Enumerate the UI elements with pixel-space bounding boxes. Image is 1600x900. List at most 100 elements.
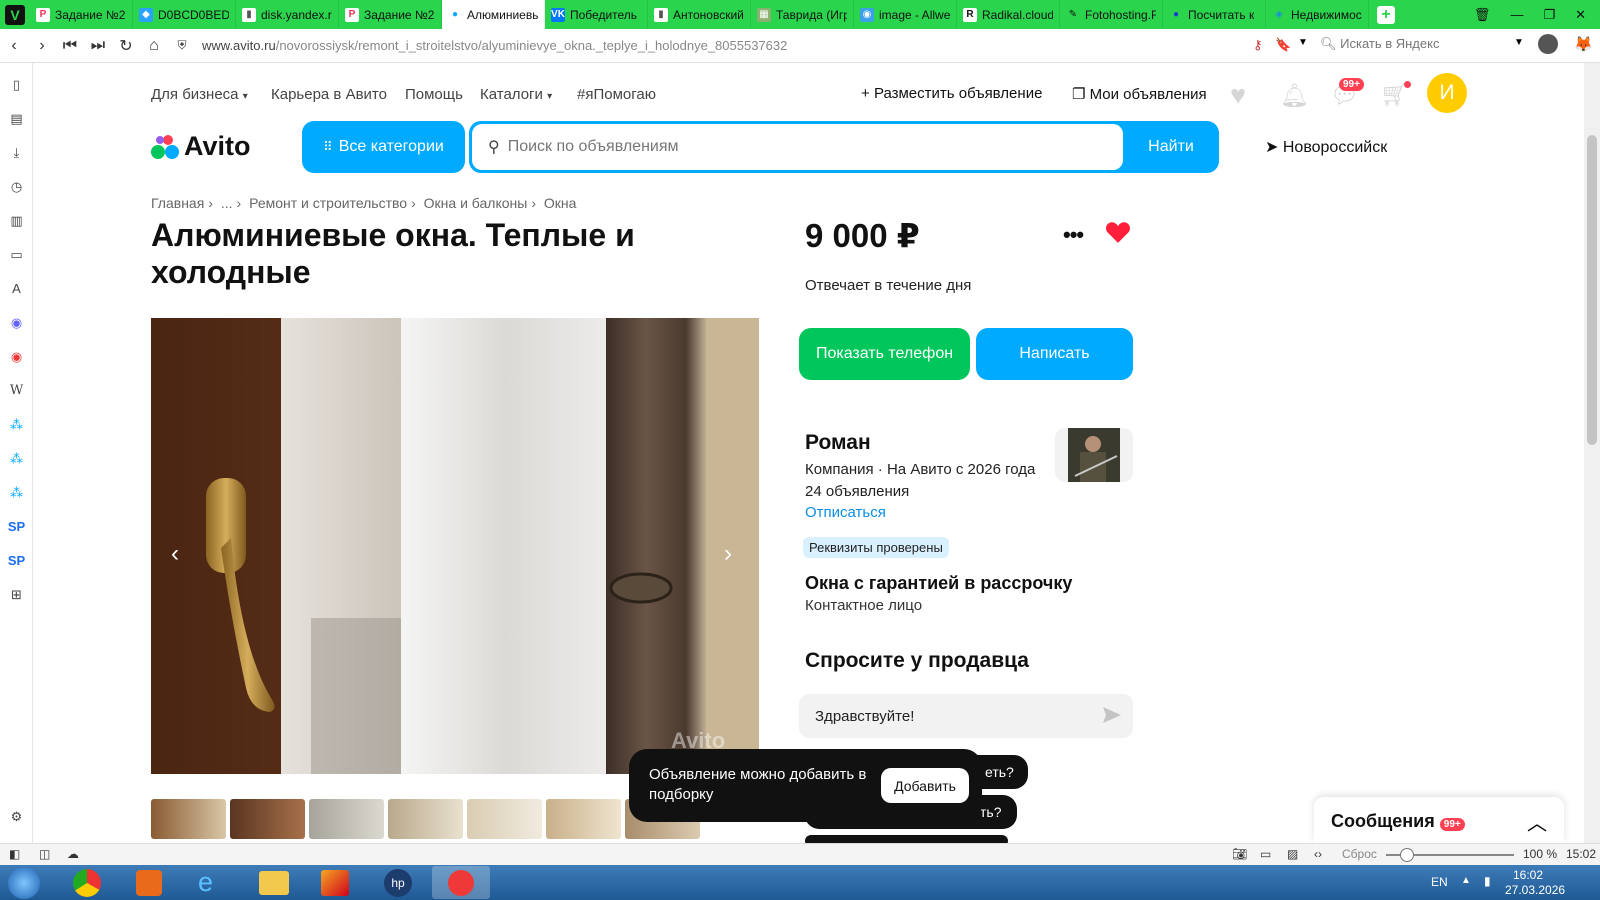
downloads-icon[interactable]: ⤓ — [8, 144, 25, 161]
city-selector[interactable]: ➤ Новороссийск — [1265, 137, 1387, 157]
forward-button[interactable]: › — [28, 37, 56, 55]
page-scrollbar[interactable] — [1584, 63, 1600, 843]
screenshot-icon[interactable]: 📷︎ — [1232, 847, 1247, 861]
user-avatar[interactable]: И — [1427, 73, 1467, 113]
avito-panel-icon[interactable]: ⁂ — [8, 416, 25, 433]
mastodon-icon[interactable]: ◉ — [8, 314, 25, 331]
tiling-icon[interactable]: ◫ — [39, 847, 50, 861]
fast-forward-button[interactable]: ⏭ — [84, 37, 112, 55]
back-button[interactable]: ‹ — [0, 37, 28, 55]
ya-pomogayu-link[interactable]: #яПомогаю — [577, 86, 656, 103]
sp-panel-icon[interactable]: SP — [8, 552, 25, 569]
window-panel-icon[interactable]: ▭ — [8, 246, 25, 263]
all-categories-button[interactable]: ⠿ Все категории — [302, 121, 465, 173]
show-phone-button[interactable]: Показать телефон — [799, 328, 970, 380]
seller-ads-count[interactable]: 24 объявления — [805, 483, 909, 500]
catalogs-link[interactable]: Каталоги ▾ — [480, 86, 552, 103]
send-icon[interactable] — [1103, 707, 1121, 723]
browser-tab[interactable]: P Задание №2 — [30, 0, 133, 29]
browser-tab[interactable]: ▮ Антоновский — [648, 0, 751, 29]
app-taskbar-icon[interactable] — [321, 870, 349, 896]
browser-tab[interactable]: P Задание №2 — [339, 0, 442, 29]
trash-icon[interactable]: 🗑 — [1474, 7, 1491, 23]
windows-start-button[interactable] — [8, 867, 40, 899]
avito-logo[interactable]: Avito — [151, 131, 251, 162]
bookmarks-panel-icon[interactable]: ▯ — [8, 76, 25, 93]
taskbar-clock[interactable]: 16:02 — [1513, 868, 1543, 882]
breadcrumb-ellipsis[interactable]: ... — [221, 195, 233, 211]
search-submit-button[interactable]: Найти — [1123, 121, 1219, 173]
help-link[interactable]: Помощь — [405, 86, 463, 103]
hp-taskbar-icon[interactable]: hp — [384, 869, 412, 897]
photo-gallery[interactable]: Avito ‹ › — [151, 318, 759, 774]
zoom-reset-label[interactable]: Сброс — [1342, 847, 1377, 861]
seller-avatar[interactable] — [1055, 428, 1133, 482]
dropdown-icon[interactable]: ▼ — [1514, 37, 1524, 48]
thumbnail[interactable] — [467, 799, 542, 839]
notes-icon[interactable]: ▥ — [8, 212, 25, 229]
avito-panel-icon[interactable]: ⁂ — [8, 484, 25, 501]
browser-tab[interactable]: ◉ image - Allwe — [854, 0, 957, 29]
internet-explorer-taskbar-icon[interactable]: e — [198, 867, 213, 898]
thumbnail[interactable] — [388, 799, 463, 839]
favorites-heart-icon[interactable]: ♥ — [1230, 80, 1246, 111]
media-player-taskbar-icon[interactable] — [136, 870, 162, 896]
search-input[interactable]: ⚲ Поиск по объявлениям — [472, 124, 1123, 170]
thumbnail[interactable] — [230, 799, 305, 839]
cloud-sync-icon[interactable]: ☁ — [67, 847, 79, 861]
rewind-button[interactable]: ⏮ — [56, 37, 84, 55]
browser-tab[interactable]: ● Посчитать к — [1163, 0, 1266, 29]
network-icon[interactable]: ▮ — [1484, 874, 1491, 888]
thumbnail[interactable] — [546, 799, 621, 839]
breadcrumb-home[interactable]: Главная — [151, 195, 204, 211]
browser-tab[interactable]: R Radikal.cloud — [957, 0, 1060, 29]
close-window-button[interactable]: ✕ — [1575, 7, 1586, 23]
favorite-heart-icon[interactable] — [1105, 220, 1131, 244]
wikipedia-icon[interactable]: W — [8, 382, 25, 399]
shield-icon[interactable]: ⛨ — [168, 38, 196, 53]
thumbnail[interactable] — [151, 799, 226, 839]
gallery-prev-button[interactable]: ‹ — [171, 540, 179, 568]
avito-panel-icon[interactable]: ⁂ — [8, 450, 25, 467]
reading-list-icon[interactable]: ▤ — [8, 110, 25, 127]
breadcrumb-repair[interactable]: Ремонт и строительство — [249, 195, 407, 211]
ask-seller-input[interactable]: Здравствуйте! — [799, 694, 1133, 738]
sp-panel-icon[interactable]: SP — [8, 518, 25, 535]
breadcrumb-windows[interactable]: Окна — [544, 195, 577, 211]
chevron-up-icon[interactable]: ︿ — [1527, 807, 1547, 836]
key-icon[interactable]: ⚷ — [1253, 37, 1263, 53]
browser-tab[interactable]: ▦ Таврида (Игр — [751, 0, 854, 29]
thumbnail[interactable] — [309, 799, 384, 839]
history-icon[interactable]: ◷ — [8, 178, 25, 195]
browser-tab[interactable]: ✎ Fotohosting.F — [1060, 0, 1163, 29]
extension-fox-icon[interactable]: 🦊 — [1574, 35, 1593, 53]
language-indicator[interactable]: EN — [1431, 875, 1448, 889]
yandex-search-field[interactable]: 🔍︎ Искать в Яндекс — [1320, 36, 1520, 52]
scrollbar-thumb[interactable] — [1587, 135, 1597, 445]
tray-arrow-icon[interactable]: ▲ — [1461, 875, 1471, 886]
browser-tab[interactable]: VK Победитель — [545, 0, 648, 29]
address-field[interactable]: www.avito.ru/novorossiysk/remont_i_stroi… — [202, 38, 1182, 53]
my-ads-link[interactable]: ❐ Мои объявления — [1072, 85, 1207, 103]
browser-tab[interactable]: ▮ disk.yandex.r — [236, 0, 339, 29]
taskbar-date[interactable]: 27.03.2026 — [1505, 883, 1565, 897]
home-button[interactable]: ⌂ — [140, 37, 168, 55]
translate-icon[interactable]: A — [8, 280, 25, 297]
toast-add-button[interactable]: Добавить — [881, 768, 969, 803]
page-actions-icon[interactable]: ‹› — [1314, 847, 1322, 861]
explorer-taskbar-icon[interactable] — [259, 871, 289, 895]
gallery-next-button[interactable]: › — [724, 540, 732, 568]
breadcrumb-windows-balconies[interactable]: Окна и балконы — [424, 195, 528, 211]
dropdown-icon[interactable]: ▼ — [1298, 37, 1308, 48]
browser-tab[interactable]: ● Алюминиевы — [442, 0, 545, 29]
chrome-taskbar-icon[interactable] — [73, 869, 101, 897]
restore-button[interactable]: ❐ — [1543, 7, 1555, 23]
new-tab-button[interactable]: + — [1377, 5, 1395, 24]
image-toggle-icon[interactable]: ▨ — [1287, 847, 1298, 861]
reload-button[interactable]: ↻ — [112, 36, 140, 56]
minimize-button[interactable]: — — [1510, 7, 1523, 22]
vivaldi-menu-button[interactable]: V — [0, 0, 30, 29]
settings-icon[interactable]: ⚙ — [8, 808, 25, 825]
unsubscribe-link[interactable]: Отписаться — [805, 504, 886, 521]
vivaldi-icon[interactable]: ◉ — [8, 348, 25, 365]
